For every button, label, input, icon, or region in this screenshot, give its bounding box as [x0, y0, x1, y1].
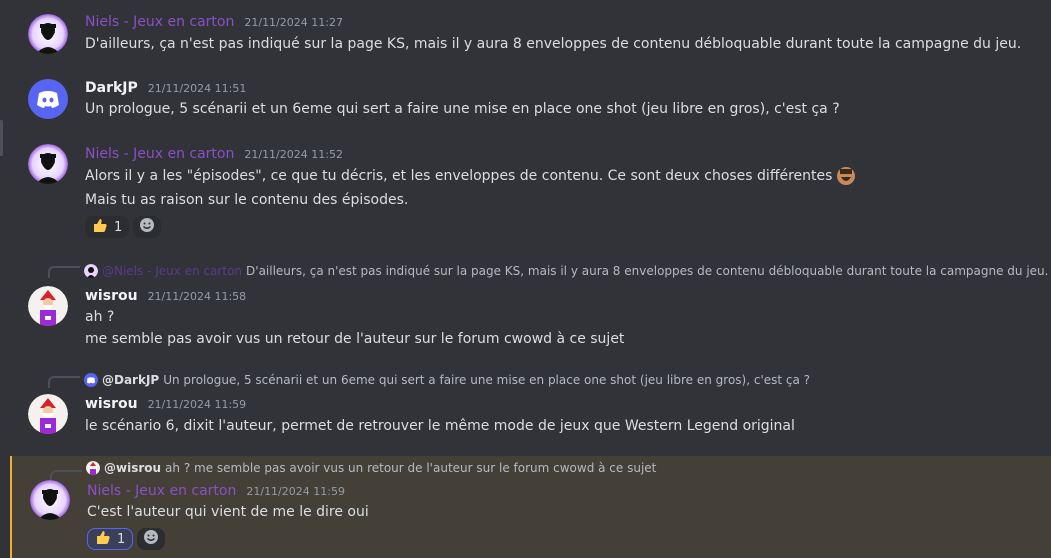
- discord-logo-icon: [37, 91, 59, 108]
- reaction-count: 1: [114, 219, 123, 235]
- message-text: Mais tu as raison sur le contenu des épi…: [85, 192, 409, 208]
- add-reaction-button[interactable]: [137, 528, 166, 550]
- message-text: le scénario 6, dixit l'auteur, permet de…: [85, 418, 795, 434]
- reaction-thumbs-up[interactable]: 1: [87, 528, 134, 550]
- avatar-niels[interactable]: [28, 144, 68, 184]
- message: @DarkJP Un prologue, 5 scénarii et un 6e…: [12, 370, 1051, 446]
- message-text: D'ailleurs, ça n'est pas indiqué sur la …: [85, 36, 1022, 52]
- message: Niels - Jeux en carton 21/11/2024 11:52 …: [12, 132, 1051, 250]
- reply-avatar-wisrou: [86, 461, 100, 475]
- reply-author[interactable]: @wisrou: [104, 461, 161, 475]
- add-reaction-button[interactable]: [133, 216, 162, 238]
- add-reaction-icon: [139, 217, 155, 237]
- reply-text: D'ailleurs, ça n'est pas indiqué sur la …: [246, 264, 1049, 278]
- message: DarkJP 21/11/2024 11:51 Un prologue, 5 s…: [12, 66, 1051, 132]
- reply-avatar-niels: [84, 264, 98, 278]
- reaction-thumbs-up[interactable]: 1: [85, 216, 130, 238]
- message-text: Alors il y a les "épisodes", ce que tu d…: [85, 168, 833, 184]
- reaction-count: 1: [117, 531, 126, 547]
- timestamp: 21/11/2024 11:27: [244, 16, 343, 29]
- timestamp: 21/11/2024 11:59: [147, 398, 247, 411]
- timestamp: 21/11/2024 11:59: [246, 485, 345, 498]
- message-text: me semble pas avoir vus un retour de l'a…: [85, 331, 625, 347]
- add-reaction-icon: [143, 529, 159, 549]
- message: Niels - Jeux en carton 21/11/2024 11:27 …: [12, 0, 1051, 66]
- author-name[interactable]: DarkJP: [85, 80, 138, 96]
- reply-text: Un prologue, 5 scénarii et un 6eme qui s…: [163, 373, 811, 387]
- avatar-wisrou[interactable]: [28, 394, 68, 434]
- reply-connector: [48, 266, 80, 278]
- reply-preview[interactable]: @Niels - Jeux en carton D'ailleurs, ça n…: [84, 264, 1048, 278]
- message-text: Un prologue, 5 scénarii et un 6eme qui s…: [85, 101, 840, 117]
- timestamp: 21/11/2024 11:51: [147, 82, 247, 95]
- message-line: Alors il y a les "épisodes", ce que tu d…: [85, 166, 856, 186]
- author-name[interactable]: Niels - Jeux en carton: [85, 14, 234, 30]
- scroll-edge-indicator: [0, 120, 3, 156]
- reply-avatar-darkjp: [84, 373, 98, 387]
- avatar-darkjp[interactable]: [28, 79, 68, 119]
- reply-preview[interactable]: @wisrou ah ? me semble pas avoir vus un …: [86, 461, 656, 475]
- reply-text: ah ? me semble pas avoir vus un retour d…: [165, 461, 657, 475]
- message: @Niels - Jeux en carton D'ailleurs, ça n…: [12, 262, 1051, 356]
- author-name[interactable]: wisrou: [85, 396, 138, 412]
- thumbs-up-emoji-icon: [95, 529, 111, 549]
- author-name[interactable]: wisrou: [85, 288, 138, 304]
- message-text: ah ?: [85, 309, 115, 325]
- reply-preview[interactable]: @DarkJP Un prologue, 5 scénarii et un 6e…: [84, 373, 810, 387]
- avatar-niels[interactable]: [28, 14, 68, 54]
- message-text: C'est l'auteur qui vient de me le dire o…: [87, 504, 369, 520]
- reply-author[interactable]: @DarkJP: [102, 373, 159, 387]
- timestamp: 21/11/2024 11:52: [244, 148, 343, 161]
- custom-face-emoji-icon[interactable]: [836, 166, 856, 186]
- message-mention-highlight: @wisrou ah ? me semble pas avoir vus un …: [10, 456, 1051, 558]
- timestamp: 21/11/2024 11:58: [147, 290, 247, 303]
- author-name[interactable]: Niels - Jeux en carton: [85, 146, 234, 162]
- avatar-niels[interactable]: [30, 480, 70, 520]
- avatar-wisrou[interactable]: [28, 286, 68, 326]
- author-name[interactable]: Niels - Jeux en carton: [87, 483, 236, 499]
- reply-author[interactable]: @Niels - Jeux en carton: [102, 264, 242, 278]
- thumbs-up-emoji-icon: [92, 217, 108, 237]
- reply-connector: [48, 376, 80, 388]
